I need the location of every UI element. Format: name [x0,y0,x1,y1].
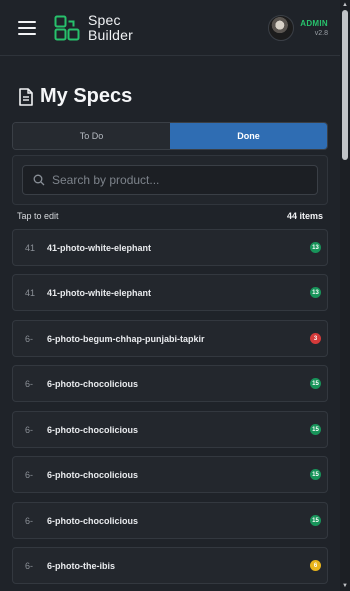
tap-to-edit-hint: Tap to edit [17,211,59,221]
tab-to-do[interactable]: To Do [13,123,170,149]
item-name: 41-photo-white-elephant [47,287,151,298]
item-name: 6-photo-chocolicious [47,378,138,389]
item-number: 6- [25,515,34,526]
app-header: Spec Builder ADMIN v2.8 [0,0,340,56]
item-count-badge: 3 [310,333,321,344]
search-input[interactable] [52,173,317,187]
page-title: My Specs [40,85,133,107]
item-number: 41 [25,242,36,253]
item-count: 44 items [286,211,323,221]
app-name-line1: Spec [88,11,121,28]
item-count-badge: 13 [310,242,321,253]
item-count-badge: 15 [310,378,321,389]
item-number: 6- [25,333,34,344]
status-tabs: To Do Done [12,122,328,150]
list-item[interactable]: 6- 6-photo-chocolicious 15 [12,365,328,402]
item-name: 6-photo-the-ibis [47,560,115,571]
item-count-badge: 15 [310,424,321,435]
item-count-badge: 15 [310,469,321,480]
item-count-badge: 15 [310,515,321,526]
search-icon [33,174,45,186]
item-name: 6-photo-begum-chhap-punjabi-tapkir [47,333,205,344]
scrollbar[interactable]: ▲ ▼ [340,0,350,591]
document-icon [19,87,33,106]
scroll-down-icon[interactable]: ▼ [341,582,349,590]
search-panel [12,155,328,205]
list-item[interactable]: 41 41-photo-white-elephant 13 [12,274,328,311]
menu-icon[interactable] [18,20,36,35]
avatar[interactable] [268,14,295,41]
scroll-up-icon[interactable]: ▲ [341,1,349,9]
item-number: 41 [25,287,36,298]
list-item[interactable]: 41 41-photo-white-elephant 13 [12,229,328,266]
list-item[interactable]: 6- 6-photo-begum-chhap-punjabi-tapkir 3 [12,320,328,357]
item-count-badge: 6 [310,560,321,571]
user-role: ADMIN [300,18,328,28]
spec-builder-logo-icon [54,15,80,40]
item-count-badge: 13 [310,287,321,298]
item-number: 6- [25,560,34,571]
item-name: 6-photo-chocolicious [47,424,138,435]
item-name: 6-photo-chocolicious [47,515,138,526]
list-item[interactable]: 6- 6-photo-chocolicious 15 [12,502,328,539]
search-box[interactable] [22,165,318,195]
list-item[interactable]: 6- 6-photo-chocolicious 15 [12,456,328,493]
list-item[interactable]: 6- 6-photo-chocolicious 15 [12,411,328,448]
user-meta: ADMIN v2.8 [300,19,328,37]
tab-done[interactable]: Done [170,123,327,149]
scrollbar-thumb[interactable] [342,10,348,160]
item-number: 6- [25,378,34,389]
item-name: 41-photo-white-elephant [47,242,151,253]
app-name-line2: Builder [88,26,133,43]
list-header: Tap to edit 44 items [17,211,323,221]
item-name: 6-photo-chocolicious [47,469,138,480]
item-number: 6- [25,469,34,480]
app-name: Spec Builder [88,11,133,43]
page-title-row: My Specs [18,85,132,108]
list-item[interactable]: 6- 6-photo-the-ibis 6 [12,547,328,584]
app-version: v2.8 [314,29,328,37]
item-number: 6- [25,424,34,435]
